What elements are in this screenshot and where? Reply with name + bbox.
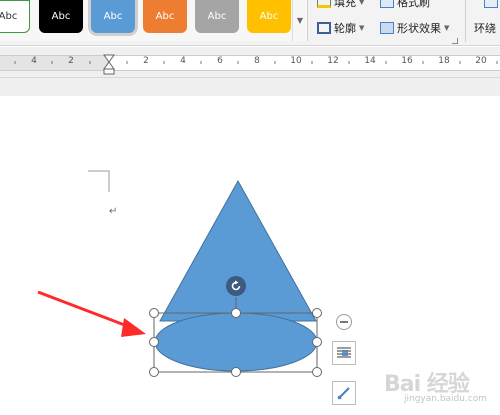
resize-handle-bottom[interactable]	[231, 367, 241, 377]
resize-handle-bottom-right[interactable]	[312, 367, 322, 377]
ribbon-separator	[465, 0, 466, 42]
style-swatch-black[interactable]: Abc	[39, 0, 83, 33]
chevron-down-icon: ▼	[296, 16, 304, 25]
ruler-tick-label: 18	[438, 56, 450, 66]
ribbon-toolbar: Abc Abc Abc Abc Abc Abc ▼ 填充 ▼ 格式刷 轮廓 ▼ …	[0, 0, 500, 46]
ruler-tick-label: 2	[143, 56, 149, 66]
rotate-icon	[231, 280, 241, 291]
brush-icon	[337, 387, 350, 400]
shape-effects-icon	[380, 22, 394, 34]
style-swatch-white[interactable]: Abc	[0, 0, 30, 33]
ruler-tick-label: 12	[327, 56, 339, 66]
caret-down-icon: ▼	[359, 0, 365, 6]
format-painter-button[interactable]: 格式刷	[380, 0, 430, 10]
style-swatch-blue[interactable]: Abc	[91, 0, 135, 33]
layout-options-button[interactable]	[332, 341, 356, 365]
paragraph-mark: ↵	[109, 206, 118, 217]
resize-handle-bottom-left[interactable]	[149, 367, 159, 377]
watermark-domain: jingyan.baidu.com	[404, 394, 488, 404]
ruler-ticks	[14, 54, 498, 75]
outline-button[interactable]: 轮廓 ▼	[317, 20, 364, 36]
format-painter-label: 格式刷	[397, 0, 430, 9]
collapse-minus-button[interactable]	[336, 314, 352, 330]
rotate-handle[interactable]	[226, 276, 246, 296]
shape-effects-button[interactable]: 形状效果 ▼	[380, 20, 449, 36]
ruler-tick-label: 6	[217, 56, 223, 66]
fill-button[interactable]: 填充 ▼	[317, 0, 364, 10]
ruler-tick-label: 14	[364, 56, 376, 66]
dialog-launcher-icon[interactable]	[452, 38, 458, 44]
outline-icon	[317, 22, 331, 34]
fill-bucket-icon	[317, 0, 331, 8]
shape-effects-label: 形状效果	[397, 22, 441, 35]
shape-style-brush-button[interactable]	[332, 381, 356, 405]
resize-handle-top[interactable]	[231, 308, 241, 318]
style-swatch-gray[interactable]: Abc	[195, 0, 239, 33]
resize-handle-top-right[interactable]	[312, 308, 322, 318]
wrap-label: 环绕	[474, 22, 496, 35]
caret-down-icon: ▼	[444, 24, 450, 32]
resize-handle-right[interactable]	[312, 337, 322, 347]
ruler-tick-label: 2	[68, 56, 74, 66]
outline-label: 轮廓	[334, 22, 356, 35]
style-swatch-gold[interactable]: Abc	[247, 0, 291, 33]
ruler-tick-label: 8	[254, 56, 260, 66]
wrap-icon	[484, 0, 498, 8]
resize-handle-left[interactable]	[149, 337, 159, 347]
ruler-tick-label: 4	[180, 56, 186, 66]
format-painter-icon	[380, 0, 394, 8]
layout-options-icon	[337, 347, 351, 358]
resize-handle-top-left[interactable]	[149, 308, 159, 318]
canvas-gap	[0, 78, 500, 96]
ruler-tick-label: 10	[290, 56, 302, 66]
ruler-tick-label: 4	[31, 56, 37, 66]
ruler-tick-label: 16	[401, 56, 413, 66]
wrap-text-button[interactable]: 环绕	[474, 20, 496, 36]
shape-style-gallery: Abc Abc Abc Abc Abc Abc ▼	[0, 0, 308, 41]
fill-label: 填充	[334, 0, 356, 9]
style-swatch-orange[interactable]: Abc	[143, 0, 187, 33]
caret-down-icon: ▼	[359, 24, 365, 32]
gallery-more-button[interactable]: ▼	[292, 0, 307, 41]
horizontal-ruler[interactable]: 4 2 2 4 6 8 10 12 14 16 18 20	[0, 47, 500, 78]
ruler-tick-label: 20	[475, 56, 487, 66]
